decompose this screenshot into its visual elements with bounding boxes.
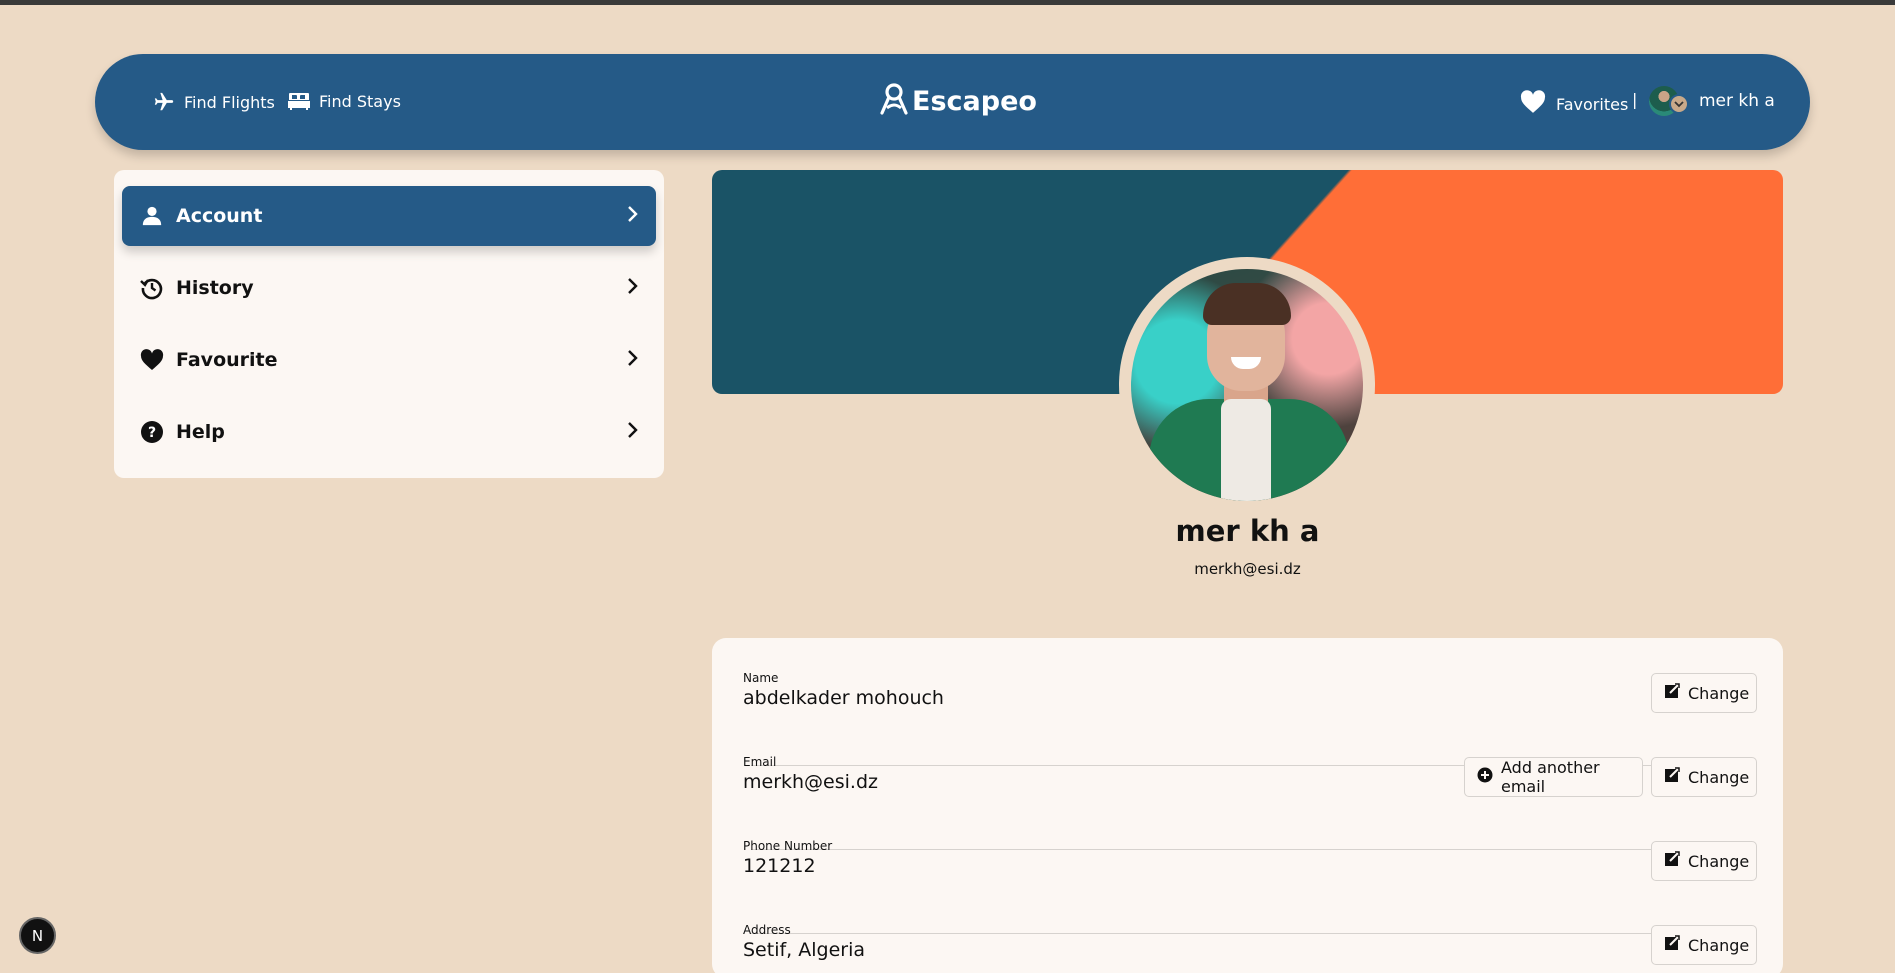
find-flights-link[interactable]: Find Flights	[152, 91, 275, 113]
sidebar-item-label: History	[176, 277, 254, 299]
field-label: Email	[743, 755, 777, 769]
field-value: merkh@esi.dz	[743, 771, 878, 793]
brand-name: Escapeo	[912, 85, 1037, 117]
sidebar-item-help[interactable]: ? Help	[122, 402, 656, 462]
history-icon	[140, 276, 164, 300]
profile-name: mer kh a	[1175, 514, 1320, 548]
find-stays-link[interactable]: Find Stays	[287, 91, 401, 111]
sidebar-item-favourite[interactable]: Favourite	[122, 330, 656, 390]
change-label: Change	[1688, 851, 1750, 871]
plus-circle-icon	[1477, 767, 1493, 787]
add-email-label: Add another email	[1501, 758, 1600, 796]
find-flights-label: Find Flights	[184, 92, 275, 112]
find-stays-label: Find Stays	[319, 91, 401, 111]
heart-icon	[1520, 90, 1546, 118]
chevron-down-icon	[1669, 94, 1689, 114]
change-address-button[interactable]: Change	[1651, 925, 1757, 965]
field-value: 121212	[743, 855, 816, 877]
field-value: Setif, Algeria	[743, 939, 866, 961]
help-icon: ?	[140, 420, 164, 444]
pin-logo-icon	[880, 82, 908, 120]
user-menu[interactable]: mer kh a	[1649, 86, 1775, 116]
edit-icon	[1664, 851, 1680, 871]
sidebar-item-label: Help	[176, 421, 225, 443]
svg-text:?: ?	[148, 425, 156, 441]
user-name: mer kh a	[1699, 91, 1775, 111]
field-label: Address	[743, 923, 791, 937]
favorites-label: Favorites	[1556, 94, 1629, 114]
field-value: abdelkader mohouch	[743, 687, 944, 709]
airplane-icon	[152, 91, 176, 113]
phone-field: Phone Number 121212 Change	[743, 839, 1757, 934]
browser-top-strip	[0, 0, 1895, 5]
header-separator: |	[1632, 90, 1638, 109]
field-label: Name	[743, 671, 779, 685]
avatar-hair	[1203, 283, 1291, 325]
bed-icon	[287, 91, 311, 111]
nextjs-dev-badge[interactable]: N	[19, 917, 56, 954]
sidebar-item-history[interactable]: History	[122, 258, 656, 318]
change-label: Change	[1688, 683, 1750, 703]
user-icon	[140, 204, 164, 228]
field-label: Phone Number	[743, 839, 833, 853]
add-another-email-button[interactable]: Add another email	[1464, 757, 1643, 797]
sidebar-item-label: Favourite	[176, 349, 278, 371]
chevron-right-icon	[626, 421, 638, 444]
heart-icon	[140, 348, 164, 372]
edit-icon	[1664, 935, 1680, 955]
profile-email: merkh@esi.dz	[1194, 560, 1301, 578]
change-phone-button[interactable]: Change	[1651, 841, 1757, 881]
address-field: Address Setif, Algeria Change	[743, 923, 1757, 973]
chevron-right-icon	[626, 277, 638, 300]
avatar	[1649, 86, 1689, 116]
sidebar-item-account[interactable]: Account	[122, 186, 656, 246]
name-field: Name abdelkader mohouch Change	[743, 671, 1757, 766]
edit-icon	[1664, 767, 1680, 787]
change-label: Change	[1688, 767, 1750, 787]
email-field: Email merkh@esi.dz Add another email Cha…	[743, 755, 1757, 850]
sidebar-item-label: Account	[176, 205, 263, 227]
favorites-link[interactable]: Favorites	[1520, 90, 1628, 118]
account-details-card: Name abdelkader mohouch Change Email mer…	[712, 638, 1783, 973]
avatar-tshirt	[1221, 399, 1271, 501]
edit-icon	[1664, 683, 1680, 703]
change-label: Change	[1688, 935, 1750, 955]
top-navbar: Find Flights Find Stays Escapeo Favorite…	[95, 54, 1810, 150]
brand-logo[interactable]: Escapeo	[880, 82, 1037, 120]
change-email-button[interactable]: Change	[1651, 757, 1757, 797]
chevron-right-icon	[626, 205, 638, 228]
change-name-button[interactable]: Change	[1651, 673, 1757, 713]
chevron-right-icon	[626, 349, 638, 372]
account-sidebar: Account History Favourite ? Help	[114, 170, 664, 478]
profile-avatar[interactable]	[1131, 269, 1363, 501]
